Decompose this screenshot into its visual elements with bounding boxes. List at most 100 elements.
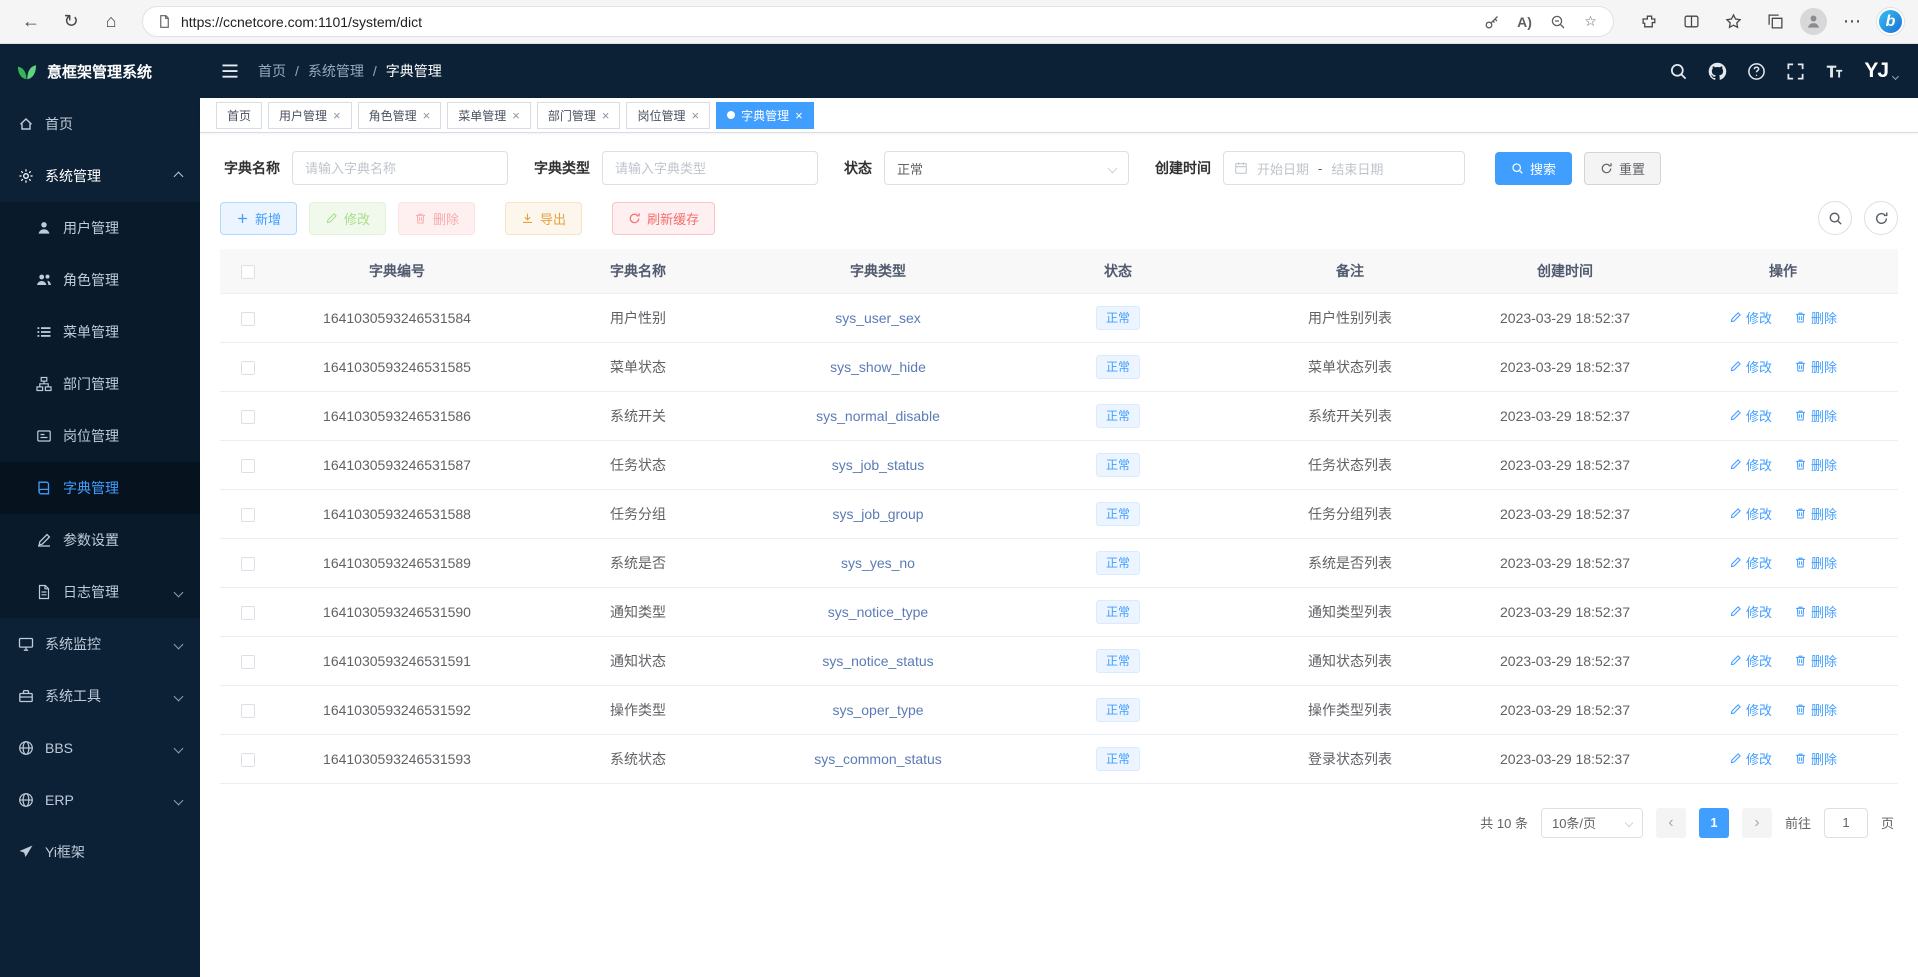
row-checkbox[interactable] [241,753,255,767]
edit-row-button[interactable]: 修改 [1729,553,1772,572]
tab-post[interactable]: 岗位管理 × [626,102,710,129]
dict-type-link[interactable]: sys_job_group [832,506,923,522]
tab-dict[interactable]: 字典管理 × [716,102,814,129]
dict-type-link[interactable]: sys_normal_disable [816,408,940,424]
split-screen-icon[interactable] [1674,6,1708,38]
sidebar-item-yi[interactable]: Yi框架 [0,826,200,878]
delete-row-button[interactable]: 删除 [1794,602,1837,621]
select-all-checkbox[interactable] [241,265,255,279]
edit-button[interactable]: 修改 [309,202,386,235]
dict-type-input[interactable] [602,151,818,185]
font-size-icon[interactable] [1825,62,1844,81]
delete-row-button[interactable]: 删除 [1794,651,1837,670]
sidebar-item-tools[interactable]: 系统工具 [0,670,200,722]
read-aloud-icon[interactable]: A) [1516,13,1533,30]
hamburger-icon[interactable] [220,61,240,81]
next-page-button[interactable]: › [1742,808,1772,838]
row-checkbox[interactable] [241,557,255,571]
delete-row-button[interactable]: 删除 [1794,749,1837,768]
tab-dept[interactable]: 部门管理 × [537,102,621,129]
favorites-bar-icon[interactable] [1716,6,1750,38]
sidebar-item-dept[interactable]: 部门管理 [0,358,200,410]
row-checkbox[interactable] [241,704,255,718]
dict-type-link[interactable]: sys_oper_type [832,702,923,718]
close-icon[interactable]: × [691,109,699,122]
edit-row-button[interactable]: 修改 [1729,455,1772,474]
dict-name-input[interactable] [292,151,508,185]
dict-type-link[interactable]: sys_yes_no [841,555,915,571]
close-icon[interactable]: × [423,109,431,122]
close-icon[interactable]: × [333,109,341,122]
url-text[interactable]: https://ccnetcore.com:1101/system/dict [181,14,1474,30]
row-checkbox[interactable] [241,459,255,473]
delete-row-button[interactable]: 删除 [1794,308,1837,327]
export-button[interactable]: 导出 [505,202,582,235]
sidebar-item-param[interactable]: 参数设置 [0,514,200,566]
bing-icon[interactable]: b [1877,8,1904,35]
address-bar[interactable]: https://ccnetcore.com:1101/system/dict A… [142,6,1614,37]
search-button[interactable]: 搜索 [1495,152,1572,185]
browser-home-icon[interactable]: ⌂ [94,6,128,38]
toggle-search-button[interactable] [1818,201,1852,235]
row-checkbox[interactable] [241,410,255,424]
prev-page-button[interactable]: ‹ [1656,808,1686,838]
delete-button[interactable]: 删除 [398,202,475,235]
search-icon[interactable] [1669,62,1688,81]
delete-row-button[interactable]: 删除 [1794,700,1837,719]
zoom-out-icon[interactable] [1549,13,1566,30]
favorite-star-icon[interactable]: ☆ [1582,13,1599,30]
user-logo-menu[interactable]: YJ [1864,59,1898,83]
help-icon[interactable] [1747,62,1766,81]
dict-type-link[interactable]: sys_user_sex [835,310,921,326]
row-checkbox[interactable] [241,312,255,326]
edit-row-button[interactable]: 修改 [1729,749,1772,768]
close-icon[interactable]: × [795,109,803,122]
edit-row-button[interactable]: 修改 [1729,357,1772,376]
row-checkbox[interactable] [241,606,255,620]
current-page-button[interactable]: 1 [1699,808,1729,838]
sidebar-item-user[interactable]: 用户管理 [0,202,200,254]
tab-user[interactable]: 用户管理 × [268,102,352,129]
status-select[interactable]: 正常 [884,151,1129,185]
delete-row-button[interactable]: 删除 [1794,504,1837,523]
reload-icon[interactable]: ↻ [54,6,88,38]
close-icon[interactable]: × [602,109,610,122]
tab-role[interactable]: 角色管理 × [358,102,442,129]
sidebar-item-erp[interactable]: ERP [0,774,200,826]
sidebar-item-monitor[interactable]: 系统监控 [0,618,200,670]
edit-row-button[interactable]: 修改 [1729,602,1772,621]
back-icon[interactable]: ← [14,6,48,38]
edit-row-button[interactable]: 修改 [1729,406,1772,425]
more-menu-icon[interactable]: ⋯ [1835,6,1869,38]
goto-page-input[interactable] [1824,808,1868,838]
edit-row-button[interactable]: 修改 [1729,308,1772,327]
page-size-select[interactable]: 10条/页 [1541,808,1643,838]
fullscreen-icon[interactable] [1786,62,1805,81]
dict-type-link[interactable]: sys_show_hide [830,359,926,375]
edit-row-button[interactable]: 修改 [1729,504,1772,523]
edit-row-button[interactable]: 修改 [1729,700,1772,719]
password-key-icon[interactable] [1483,13,1500,30]
add-button[interactable]: 新增 [220,202,297,235]
dict-type-link[interactable]: sys_common_status [814,751,942,767]
sidebar-item-role[interactable]: 角色管理 [0,254,200,306]
sidebar-item-log[interactable]: 日志管理 [0,566,200,618]
dict-type-link[interactable]: sys_job_status [832,457,925,473]
edit-row-button[interactable]: 修改 [1729,651,1772,670]
dict-type-link[interactable]: sys_notice_status [822,653,933,669]
tab-home[interactable]: 首页 [216,102,262,129]
delete-row-button[interactable]: 删除 [1794,357,1837,376]
breadcrumb-home[interactable]: 首页 [258,61,286,81]
sidebar-item-post[interactable]: 岗位管理 [0,410,200,462]
delete-row-button[interactable]: 删除 [1794,455,1837,474]
sidebar-item-bbs[interactable]: BBS [0,722,200,774]
extensions-icon[interactable] [1632,6,1666,38]
close-icon[interactable]: × [512,109,520,122]
reset-button[interactable]: 重置 [1584,152,1661,185]
breadcrumb-system[interactable]: 系统管理 [308,61,364,81]
github-icon[interactable] [1708,62,1727,81]
collections-icon[interactable] [1758,6,1792,38]
row-checkbox[interactable] [241,361,255,375]
dict-type-link[interactable]: sys_notice_type [828,604,928,620]
tab-menu[interactable]: 菜单管理 × [447,102,531,129]
